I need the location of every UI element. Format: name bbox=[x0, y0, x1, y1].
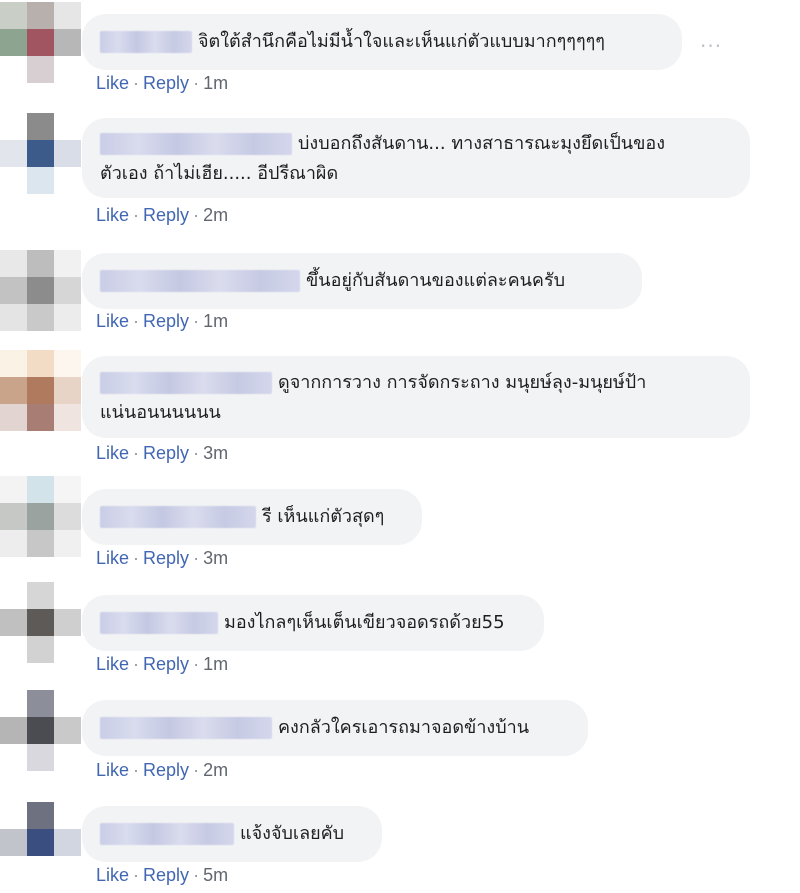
comment-actions: Like · Reply · 2m bbox=[96, 205, 229, 225]
comment-bubble: คงกลัวใครเอารถมาจอดข้างบ้าน bbox=[82, 700, 588, 756]
like-button[interactable]: Like bbox=[96, 654, 129, 674]
commenter-name-blurred[interactable] bbox=[100, 506, 256, 528]
comment-actions: Like · Reply · 3m bbox=[96, 548, 229, 568]
comment-actions: Like · Reply · 5m bbox=[96, 865, 229, 885]
commenter-name-blurred[interactable] bbox=[100, 133, 292, 155]
commenter-name-blurred[interactable] bbox=[100, 270, 300, 292]
avatar[interactable] bbox=[0, 113, 82, 195]
comment-bubble: มองไกลๆเห็นเต็นเขียวจอดรถด้วย55 bbox=[82, 595, 544, 651]
comment-time[interactable]: 1m bbox=[203, 73, 228, 93]
avatar[interactable] bbox=[0, 250, 82, 332]
comment-bubble: แจ้งจับเลยคับ bbox=[82, 806, 382, 862]
comment-actions: Like · Reply · 2m bbox=[96, 760, 229, 780]
comment-bubble: ขึ้นอยู่กับสันดานของแต่ละคนครับ bbox=[82, 253, 642, 309]
reply-button[interactable]: Reply bbox=[143, 865, 189, 885]
comment-time[interactable]: 2m bbox=[203, 205, 228, 225]
like-button[interactable]: Like bbox=[96, 311, 129, 331]
comment-bubble: รี เห็นแก่ตัวสุดๆ bbox=[82, 489, 422, 545]
like-button[interactable]: Like bbox=[96, 865, 129, 885]
reply-button[interactable]: Reply bbox=[143, 760, 189, 780]
comment-text-line-1: บ่งบอกถึงสันดาน... ทางสาธารณะมุงยึดเป็นข… bbox=[298, 133, 665, 154]
commenter-name-blurred[interactable] bbox=[100, 823, 234, 845]
comment-bubble: ดูจากการวาง การจัดกระถาง มนุยษ์ลุง-มนุยษ… bbox=[82, 356, 750, 438]
commenter-name-blurred[interactable] bbox=[100, 612, 218, 634]
reply-button[interactable]: Reply bbox=[143, 548, 189, 568]
reply-button[interactable]: Reply bbox=[143, 205, 189, 225]
reply-button[interactable]: Reply bbox=[143, 654, 189, 674]
like-button[interactable]: Like bbox=[96, 443, 129, 463]
commenter-name-blurred[interactable] bbox=[100, 717, 272, 739]
comment-time[interactable]: 3m bbox=[203, 548, 228, 568]
reply-button[interactable]: Reply bbox=[143, 443, 189, 463]
comment-text: รี เห็นแก่ตัวสุดๆ bbox=[262, 506, 385, 527]
like-button[interactable]: Like bbox=[96, 205, 129, 225]
comment-text: คงกลัวใครเอารถมาจอดข้างบ้าน bbox=[278, 717, 530, 738]
avatar[interactable] bbox=[0, 802, 82, 884]
comment-bubble: จิตใต้สำนึกคือไม่มีน้ำใจและเห็นแก่ตัวแบบ… bbox=[82, 14, 682, 70]
commenter-name-blurred[interactable] bbox=[100, 31, 192, 53]
avatar[interactable] bbox=[0, 350, 82, 432]
more-options-icon[interactable]: ··· bbox=[700, 34, 722, 58]
reply-button[interactable]: Reply bbox=[143, 311, 189, 331]
comment-actions: Like · Reply · 1m bbox=[96, 73, 229, 93]
avatar[interactable] bbox=[0, 2, 82, 84]
avatar[interactable] bbox=[0, 582, 82, 664]
comment-text: แจ้งจับเลยคับ bbox=[240, 823, 345, 844]
commenter-name-blurred[interactable] bbox=[100, 372, 272, 394]
like-button[interactable]: Like bbox=[96, 548, 129, 568]
comment-bubble: บ่งบอกถึงสันดาน... ทางสาธารณะมุงยึดเป็นข… bbox=[82, 118, 750, 198]
like-button[interactable]: Like bbox=[96, 760, 129, 780]
avatar[interactable] bbox=[0, 690, 82, 772]
comment-text-line-2: ตัวเอง ถ้าไม่เฮีย..... อีปรีณาผิด bbox=[100, 163, 339, 184]
like-button[interactable]: Like bbox=[96, 73, 129, 93]
avatar[interactable] bbox=[0, 476, 82, 558]
comment-time[interactable]: 2m bbox=[203, 760, 228, 780]
comment-text: ขึ้นอยู่กับสันดานของแต่ละคนครับ bbox=[306, 270, 566, 291]
comment-actions: Like · Reply · 1m bbox=[96, 654, 229, 674]
comment-text: มองไกลๆเห็นเต็นเขียวจอดรถด้วย55 bbox=[224, 612, 505, 633]
reply-button[interactable]: Reply bbox=[143, 73, 189, 93]
comment-text-line-1: ดูจากการวาง การจัดกระถาง มนุยษ์ลุง-มนุยษ… bbox=[278, 372, 647, 393]
comment-time[interactable]: 1m bbox=[203, 311, 228, 331]
comment-time[interactable]: 1m bbox=[203, 654, 228, 674]
comment-time[interactable]: 3m bbox=[203, 443, 228, 463]
comment-text-line-2: แน่นอนนนนนน bbox=[100, 402, 221, 423]
comment-actions: Like · Reply · 1m bbox=[96, 311, 229, 331]
comment-time[interactable]: 5m bbox=[203, 865, 228, 885]
comment-actions: Like · Reply · 3m bbox=[96, 443, 229, 463]
comment-text: จิตใต้สำนึกคือไม่มีน้ำใจและเห็นแก่ตัวแบบ… bbox=[198, 31, 605, 52]
